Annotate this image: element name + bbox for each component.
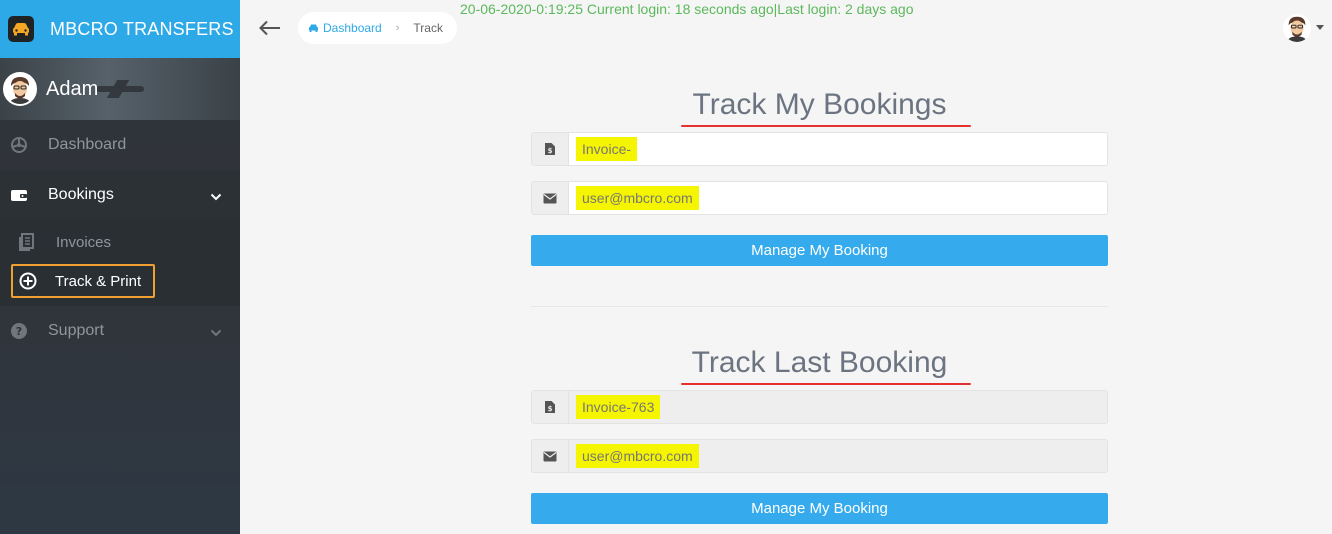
chevron-down-icon <box>210 188 222 206</box>
envelope-icon <box>532 440 569 472</box>
file-icon <box>18 233 36 251</box>
breadcrumb-home-label: Dashboard <box>323 21 382 35</box>
last-email-value[interactable]: user@mbcro.com <box>576 444 699 468</box>
back-arrow-icon[interactable] <box>258 16 282 40</box>
manage-last-booking-button[interactable]: Manage My Booking <box>531 493 1108 524</box>
sidebar-item-invoices[interactable]: Invoices <box>0 220 240 264</box>
breadcrumb-home-link[interactable]: Dashboard <box>308 21 382 35</box>
wallet-icon <box>10 186 28 204</box>
user-menu-avatar[interactable] <box>1283 14 1311 42</box>
breadcrumb-current: Track <box>413 21 443 35</box>
sidebar-item-track-print[interactable]: Track & Print <box>11 264 155 298</box>
svg-text:$: $ <box>548 405 553 413</box>
last-invoice-value[interactable]: Invoice-763 <box>576 395 661 419</box>
sidebar-item-label: Support <box>48 322 105 339</box>
app-title[interactable]: MBCRO TRANSFERS <box>50 19 234 40</box>
brand-bar: MBCRO TRANSFERS <box>0 0 240 58</box>
invoice-input-value[interactable]: Invoice- <box>576 137 638 161</box>
invoice-file-icon: $ <box>532 133 569 165</box>
sidebar-item-label: Track & Print <box>55 272 142 290</box>
invoice-file-icon: $ <box>532 391 569 423</box>
login-info: 20-06-2020-0:19:25 Current login: 18 sec… <box>460 1 914 17</box>
caret-down-icon[interactable] <box>1316 25 1324 30</box>
sidebar-item-label: Bookings <box>48 186 114 203</box>
user-panel: Adam <box>0 58 240 120</box>
email-field[interactable]: user@mbcro.com <box>531 181 1108 215</box>
question-circle-icon: ? <box>10 322 28 340</box>
section-title-text: Track My Bookings <box>692 88 947 121</box>
title-underline <box>681 383 971 385</box>
car-icon <box>309 24 318 32</box>
track-last-booking-title: Track Last Booking <box>531 346 1108 385</box>
svg-text:$: $ <box>548 147 553 155</box>
breadcrumb: Dashboard › Track <box>298 12 457 44</box>
section-title-text: Track Last Booking <box>691 346 948 379</box>
svg-text:?: ? <box>16 325 22 338</box>
chevron-right-icon: › <box>395 22 400 34</box>
sidebar-item-label: Invoices <box>56 233 112 251</box>
invoice-field[interactable]: $ Invoice- <box>531 132 1108 166</box>
plus-circle-icon <box>19 272 37 290</box>
email-input-value[interactable]: user@mbcro.com <box>576 186 699 210</box>
title-underline <box>681 125 971 127</box>
car-logo-icon[interactable] <box>8 16 34 42</box>
sidebar-item-dashboard[interactable]: Dashboard <box>0 120 240 170</box>
user-name[interactable]: Adam <box>46 78 98 101</box>
avatar[interactable] <box>3 72 37 106</box>
sidebar: MBCRO TRANSFERS Adam Dashboard Bookings <box>0 0 240 534</box>
sidebar-item-support[interactable]: ? Support <box>0 306 240 356</box>
sidebar-item-bookings[interactable]: Bookings <box>0 170 240 220</box>
sidebar-item-label: Dashboard <box>48 136 127 153</box>
chevron-down-icon <box>210 324 222 342</box>
track-my-bookings-title: Track My Bookings <box>531 88 1108 127</box>
envelope-icon <box>532 182 569 214</box>
bookings-submenu: Invoices Track & Print <box>0 220 240 306</box>
airplane-background <box>96 86 144 92</box>
steering-wheel-icon <box>10 136 28 154</box>
manage-booking-button[interactable]: Manage My Booking <box>531 235 1108 266</box>
last-email-field[interactable]: user@mbcro.com <box>531 439 1108 473</box>
last-invoice-field[interactable]: $ Invoice-763 <box>531 390 1108 424</box>
section-divider <box>531 306 1108 307</box>
